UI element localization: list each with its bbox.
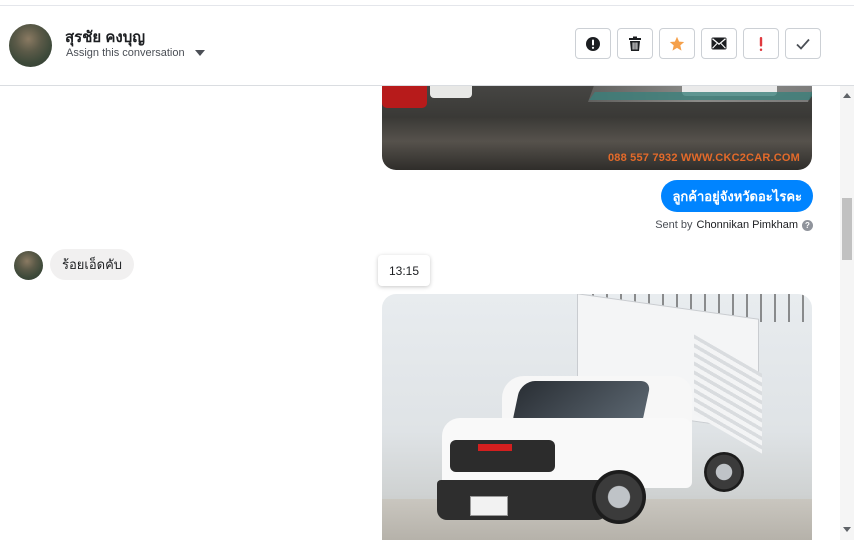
help-icon[interactable]: ? [802,219,813,231]
assign-conversation-dropdown[interactable]: Assign this conversation [66,47,205,59]
conversation-header: สุรชัย คงบุญ Assign this conversation [0,6,854,86]
assign-label: Assign this conversation [66,47,185,59]
mark-spam-button[interactable] [575,28,611,59]
follow-up-button[interactable] [743,28,779,59]
alert-circle-icon [586,36,600,51]
sent-by-prefix: Sent by [655,219,693,231]
thread-scrollbar[interactable] [840,86,854,540]
timestamp-tooltip: 13:15 [378,255,430,286]
star-icon [669,36,685,51]
message-thread[interactable]: 088 557 7932 WWW.CKC2CAR.COM ลูกค้าอยู่จ… [0,86,840,540]
outgoing-message-bubble[interactable]: ลูกค้าอยู่จังหวัดอะไรคะ [661,180,813,212]
envelope-icon [711,37,727,50]
image-watermark: 088 557 7932 WWW.CKC2CAR.COM [607,152,800,164]
contact-name[interactable]: สุรชัย คงบุญ [65,25,145,49]
mark-done-button[interactable] [785,28,821,59]
contact-avatar-small[interactable] [14,251,43,280]
delete-button[interactable] [617,28,653,59]
scroll-down-arrow-icon[interactable] [843,527,851,532]
incoming-message-bubble[interactable]: ร้อยเอ็ดคับ [50,249,135,280]
caret-down-icon [194,50,205,56]
truck-image[interactable] [382,294,812,540]
image-detail [592,470,646,524]
mark-unread-button[interactable] [701,28,737,59]
scrollbar-thumb[interactable] [842,198,852,260]
image-detail [512,381,652,419]
image-detail [589,92,812,100]
image-detail [470,496,508,516]
sent-by-label: Sent by Chonnikan Pimkham ? [655,219,813,231]
truck-logo [478,444,512,451]
star-button[interactable] [659,28,695,59]
trash-icon [629,36,641,51]
image-detail [430,86,472,98]
image-detail [437,480,607,520]
conversation-actions [575,28,821,59]
exclamation-icon [759,36,763,51]
car-lot-image[interactable]: 088 557 7932 WWW.CKC2CAR.COM [382,86,812,170]
scroll-up-arrow-icon[interactable] [843,93,851,98]
check-icon [796,38,810,50]
sent-by-name: Chonnikan Pimkham [696,219,799,231]
contact-avatar[interactable] [9,24,52,67]
image-detail [382,86,427,108]
image-detail [704,452,744,492]
